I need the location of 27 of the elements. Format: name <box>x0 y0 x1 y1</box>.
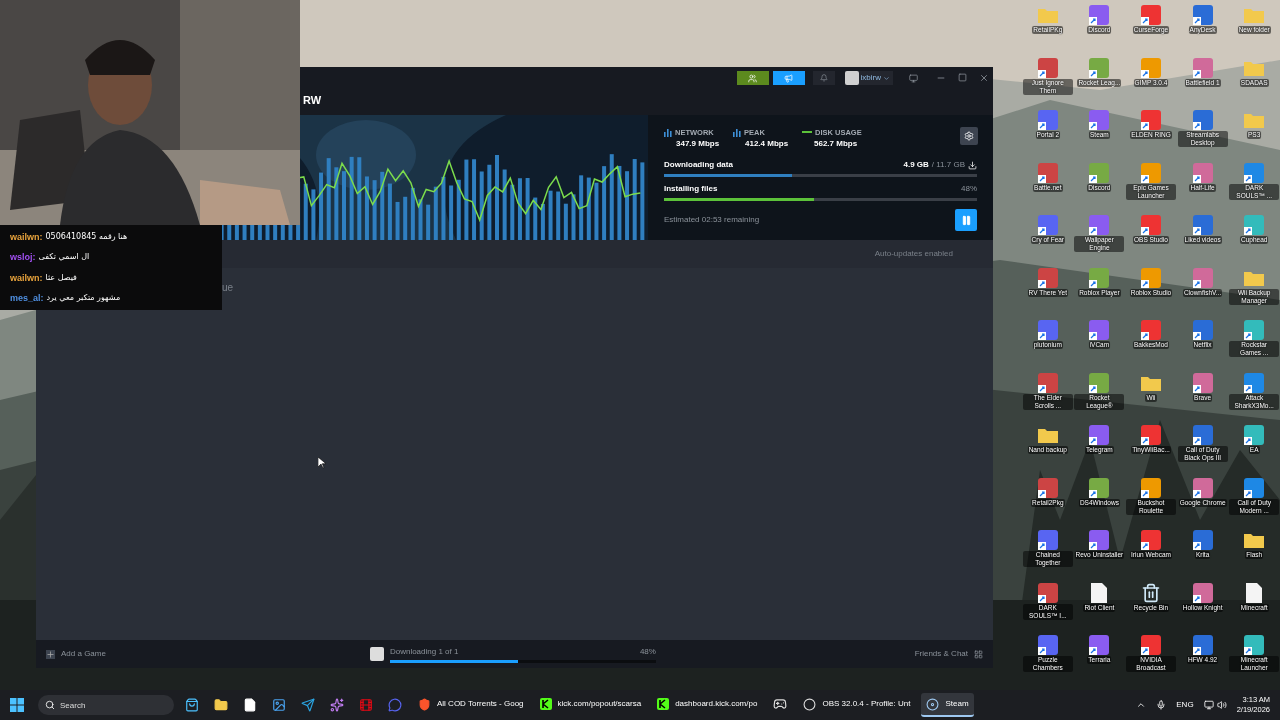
language-indicator[interactable]: ENG <box>1176 699 1194 711</box>
windows-start-icon[interactable] <box>10 698 24 712</box>
sparkle-icon <box>330 698 344 712</box>
circle-icon <box>803 697 817 711</box>
taskbar-window-button[interactable]: OBS 32.0.4 - Profile: Unt <box>798 693 916 717</box>
taskbar-window-button[interactable]: All COD Torrents - Goog <box>413 693 529 717</box>
photos-icon <box>272 698 286 712</box>
search-field[interactable]: Search <box>38 695 174 715</box>
file-icon <box>243 698 257 712</box>
monitor-icon[interactable] <box>1203 700 1214 710</box>
kick-icon <box>539 698 552 710</box>
kick-icon <box>657 698 670 710</box>
film-icon <box>359 698 373 712</box>
folder-icon <box>214 698 228 712</box>
taskbar-window-button[interactable]: Steam <box>921 693 974 717</box>
store-icon <box>185 698 199 712</box>
speaker-icon[interactable] <box>1216 700 1227 710</box>
taskbar-window-button[interactable]: kick.com/popout/scarsa <box>534 693 647 717</box>
microphone-icon[interactable] <box>1156 700 1167 710</box>
paper-plane-icon <box>301 698 315 712</box>
taskbar-window-button[interactable]: dashboard.kick.com/po <box>652 693 763 717</box>
disc-icon <box>926 697 940 711</box>
search-icon <box>45 700 55 710</box>
caret-icon[interactable] <box>1136 700 1147 710</box>
chat-bubble-icon <box>388 698 402 712</box>
gamepad-icon <box>773 697 788 711</box>
shield-icon <box>418 697 431 711</box>
